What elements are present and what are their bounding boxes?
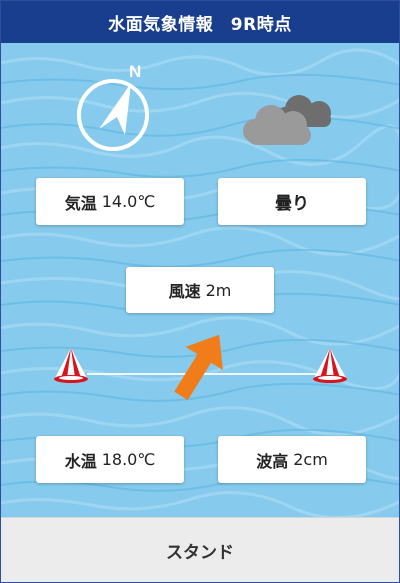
- wave-height-card: 波高 2cm: [218, 436, 366, 483]
- water-temperature-card: 水温 18.0℃: [36, 436, 184, 483]
- weather-card: 曇り: [218, 178, 366, 225]
- compass-icon: N: [77, 62, 149, 151]
- wind-direction-arrow-icon: [174, 334, 223, 401]
- cloudy-icon: [243, 95, 331, 145]
- water-weather-panel: 水面気象情報 9R時点 N 気温 14.0℃ 曇り 風速 2m 水温 18.0℃…: [0, 0, 400, 583]
- stand-footer: スタンド: [1, 517, 399, 582]
- wind-speed-card: 風速 2m: [126, 267, 274, 313]
- wind-speed-label: 風速: [168, 282, 201, 301]
- water-temperature-value: 18.0℃: [101, 450, 156, 469]
- air-temperature-card: 気温 14.0℃: [36, 178, 184, 225]
- panel-title: 水面気象情報 9R時点: [108, 14, 292, 35]
- weather-label: 曇り: [275, 194, 309, 214]
- panel-header: 水面気象情報 9R時点: [1, 1, 399, 43]
- wind-speed-value: 2m: [205, 280, 232, 300]
- compass-north-label: N: [129, 62, 141, 81]
- wave-height-label: 波高: [256, 451, 289, 471]
- stand-label: スタンド: [166, 543, 234, 563]
- wave-height-value: 2cm: [293, 450, 328, 469]
- air-temperature-value: 14.0℃: [101, 192, 156, 211]
- right-buoy-icon: [313, 348, 347, 383]
- left-buoy-icon: [54, 348, 88, 383]
- water-temperature-label: 水温: [64, 451, 97, 471]
- air-temperature-label: 気温: [64, 193, 97, 213]
